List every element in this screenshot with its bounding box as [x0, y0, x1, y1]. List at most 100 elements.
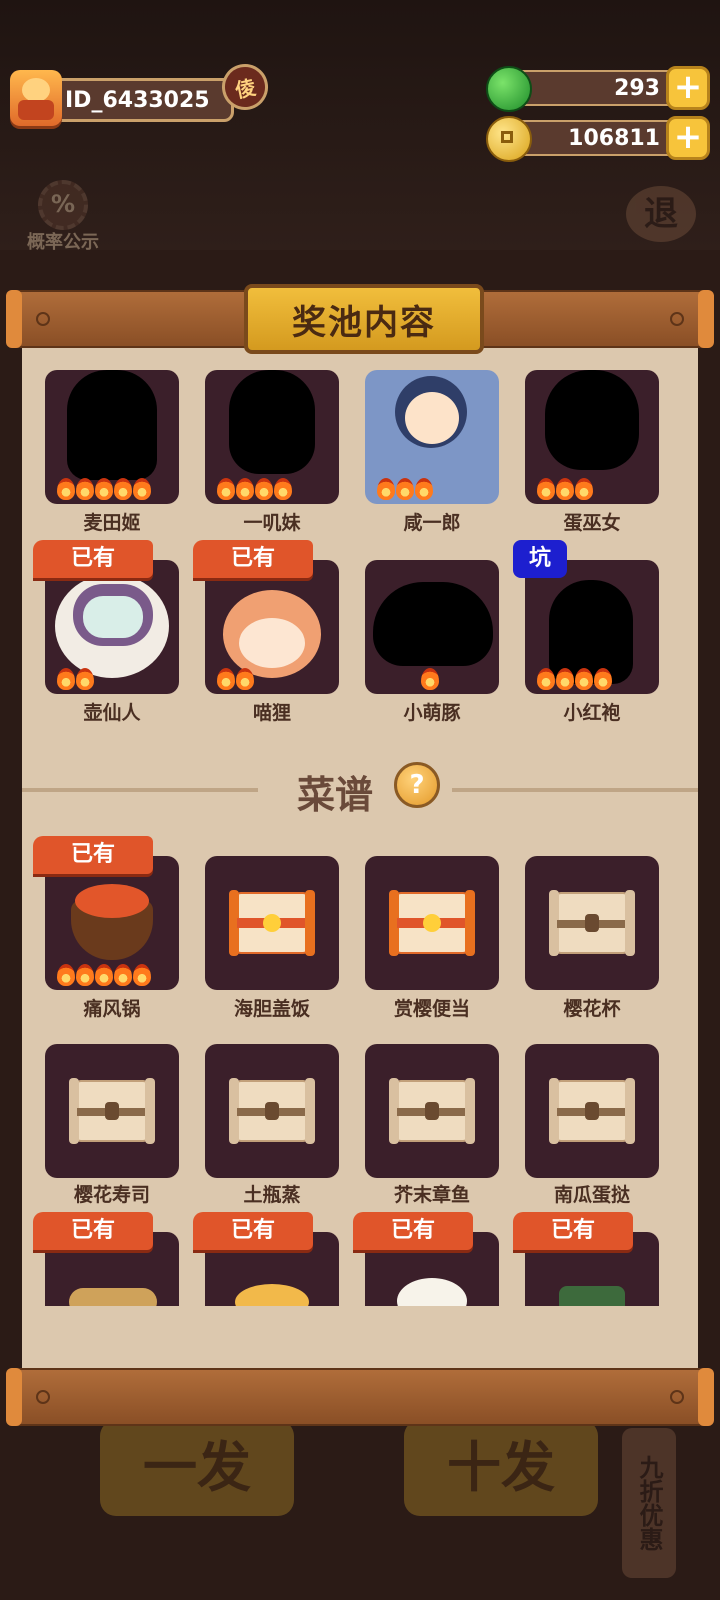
recipe-scroll-icon: [549, 890, 635, 956]
rarity-flames: [217, 478, 292, 500]
card-tile: [365, 1044, 499, 1178]
rarity-flames: [537, 478, 593, 500]
flame-icon: [57, 668, 75, 690]
rarity-flames: [57, 668, 94, 690]
flame-icon: [217, 668, 235, 690]
character-card[interactable]: 已有 壶仙人: [33, 540, 179, 724]
flame-icon: [537, 478, 555, 500]
rarity-flames: [57, 478, 151, 500]
character-face: [239, 618, 305, 668]
character-silhouette: [545, 370, 639, 470]
character-name: 麦田姬: [83, 512, 141, 534]
flame-icon: [95, 478, 113, 500]
recipe-card[interactable]: 赏樱便当: [365, 856, 499, 1020]
recipes-title: 菜谱: [296, 773, 373, 817]
flame-icon: [114, 964, 132, 986]
rod-cap: [698, 290, 714, 348]
recipe-name: 赏樱便当: [393, 998, 470, 1020]
character-card[interactable]: 麦田姬: [45, 370, 179, 534]
card-tile: [205, 370, 339, 504]
card-tile: [45, 1044, 179, 1178]
flame-icon: [76, 964, 94, 986]
character-silhouette: [373, 582, 493, 666]
character-name: 壶仙人: [83, 702, 141, 724]
avatar-body: [18, 100, 54, 120]
exit-button[interactable]: 退: [626, 186, 696, 242]
character-card[interactable]: 咸一郎: [365, 370, 499, 534]
character-silhouette: [67, 370, 157, 480]
avatar-head: [22, 78, 50, 102]
player-id-panel[interactable]: ID_6433025 倰: [10, 59, 273, 128]
single-draw-button: 一发: [100, 1420, 294, 1516]
red-recipe-scroll-icon: [229, 890, 315, 956]
pity-tag: 坑: [513, 540, 567, 578]
character-face: [405, 392, 459, 444]
question-mark-icon[interactable]: ?: [394, 762, 440, 808]
flame-icon: [76, 668, 94, 690]
character-name: 喵狸: [252, 702, 291, 724]
recipe-scroll-icon: [69, 1078, 155, 1144]
character-card[interactable]: 一叽妹: [205, 370, 339, 534]
recipe-card[interactable]: 南瓜蛋挞: [525, 1044, 659, 1206]
recipe-scroll-icon: [229, 1078, 315, 1144]
owned-tag: 已有: [353, 1212, 473, 1250]
card-tile: [365, 856, 499, 990]
flame-icon: [274, 478, 292, 500]
character-card[interactable]: 小萌豚: [365, 560, 499, 724]
recipe-name: 芥末章鱼: [393, 1184, 470, 1206]
flame-icon: [575, 668, 593, 690]
flame-icon: [236, 668, 254, 690]
recipe-card[interactable]: 海胆盖饭: [205, 856, 339, 1020]
card-tile: [365, 560, 499, 694]
card-tile: [45, 856, 179, 990]
red-recipe-scroll-icon: [389, 890, 475, 956]
recipe-card[interactable]: 已有 痛风锅: [33, 836, 179, 1020]
flame-icon: [396, 478, 414, 500]
character-name: 小红袍: [563, 702, 621, 724]
percent-gear-icon: %: [38, 180, 88, 230]
prize-pool-panel[interactable]: 麦田姬 一叽妹 咸一郎 蛋巫女 已有 壶仙人 已有 喵狸 小萌豚 坑 小红袍 菜…: [22, 346, 698, 1370]
odds-disclosure-button[interactable]: % 概率公示: [16, 180, 110, 256]
player-id-label: ID_6433025: [44, 78, 234, 122]
coin-icon: [486, 116, 532, 162]
discount-badge: 九折优惠: [622, 1428, 676, 1578]
flame-icon: [76, 478, 94, 500]
recipe-card[interactable]: 土瓶蒸: [205, 1044, 339, 1206]
recipe-name: 南瓜蛋挞: [553, 1184, 630, 1206]
card-tile: [45, 560, 179, 694]
flame-icon: [114, 478, 132, 500]
character-card[interactable]: 蛋巫女: [525, 370, 659, 534]
character-face: [83, 596, 143, 638]
flame-icon: [537, 668, 555, 690]
recipe-card[interactable]: 樱花寿司: [45, 1044, 179, 1206]
flame-icon: [421, 668, 439, 690]
rod-cap: [6, 1368, 22, 1426]
scroll-fade: [22, 1306, 698, 1346]
card-tile: [525, 1044, 659, 1178]
dialog-bottom-rod: [6, 1368, 714, 1426]
dialog-title: 奖池内容: [244, 284, 484, 354]
card-tile: [525, 560, 659, 694]
recipe-card[interactable]: 芥末章鱼: [365, 1044, 499, 1206]
player-avatar[interactable]: [10, 70, 62, 126]
flame-icon: [133, 478, 151, 500]
flame-icon: [133, 964, 151, 986]
jade-gem-icon: [486, 66, 532, 112]
add-gems-button[interactable]: +: [666, 66, 710, 110]
character-card[interactable]: 坑 小红袍: [513, 540, 659, 724]
recipe-card[interactable]: 樱花杯: [525, 856, 659, 1020]
top-hud: ID_6433025 倰 293 + 106811 + % 概率公示 退: [0, 0, 720, 253]
rarity-flames: [57, 964, 151, 986]
bolt-icon: [670, 312, 684, 326]
owned-tag: 已有: [33, 836, 153, 874]
character-card[interactable]: 已有 喵狸: [193, 540, 339, 724]
add-coins-button[interactable]: +: [666, 116, 710, 160]
character-name: 咸一郎: [403, 512, 461, 534]
owned-tag: 已有: [193, 1212, 313, 1250]
flame-icon: [57, 964, 75, 986]
prize-pool-scroll-area[interactable]: 麦田姬 一叽妹 咸一郎 蛋巫女 已有 壶仙人 已有 喵狸 小萌豚 坑 小红袍 菜…: [22, 346, 698, 1346]
card-tile: [205, 1044, 339, 1178]
flame-icon: [255, 478, 273, 500]
hotpot-contents: [75, 884, 149, 918]
recipe-name: 樱花杯: [563, 998, 621, 1020]
